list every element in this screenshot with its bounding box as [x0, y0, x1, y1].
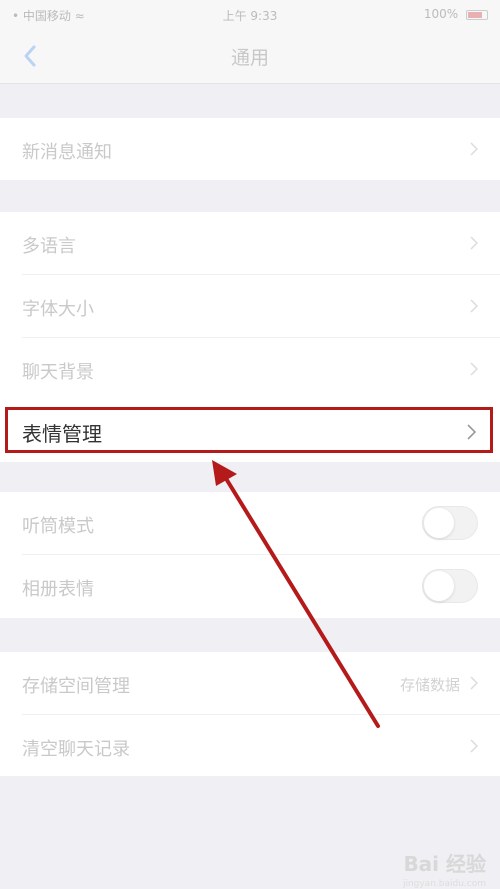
- row-label: 存储空间管理: [22, 676, 130, 697]
- listen-mode-toggle[interactable]: [422, 506, 478, 540]
- row-label: 多语言: [22, 236, 76, 257]
- row-storage[interactable]: 存储空间管理 存储数据: [0, 652, 500, 714]
- storage-value: 存储数据: [399, 676, 460, 694]
- row-multilang[interactable]: 多语言: [0, 212, 500, 274]
- chevron-right-icon: [470, 739, 478, 753]
- toggle-knob: [424, 508, 454, 538]
- row-label: 清空聊天记录: [22, 739, 130, 760]
- row-photo-sticker: 相册表情: [0, 555, 500, 617]
- chevron-right-icon: [470, 142, 478, 156]
- settings-group-storage: 存储空间管理 存储数据 清空聊天记录: [0, 652, 500, 776]
- chevron-right-icon: [467, 424, 476, 440]
- row-label: 新消息通知: [22, 142, 112, 163]
- row-label: 聊天背景: [22, 362, 94, 383]
- row-label: 相册表情: [22, 579, 94, 600]
- row-label: 听筒模式: [22, 516, 94, 537]
- photo-sticker-toggle[interactable]: [422, 569, 478, 603]
- chevron-right-icon: [470, 299, 478, 313]
- chevron-right-icon: [470, 362, 478, 376]
- row-clear-chat[interactable]: 清空聊天记录: [0, 715, 500, 777]
- chevron-right-icon: [470, 676, 478, 690]
- battery-percent: 100%: [423, 7, 459, 21]
- baidu-watermark-url: jingyan.baidu.com: [402, 879, 486, 889]
- row-emoji-management[interactable]: 表情管理: [5, 407, 493, 453]
- chevron-right-icon: [470, 236, 478, 250]
- row-chat-background[interactable]: 聊天背景: [0, 338, 500, 400]
- battery-icon: [466, 9, 488, 20]
- page-title: 通用: [230, 47, 269, 69]
- row-label: 表情管理: [22, 422, 102, 446]
- row-label: 字体大小: [22, 299, 94, 320]
- battery-status: 100%: [424, 7, 488, 21]
- row-new-notify[interactable]: 新消息通知: [0, 118, 500, 180]
- row-font-size[interactable]: 字体大小: [0, 275, 500, 337]
- settings-group-notify: 新消息通知: [0, 118, 500, 180]
- row-listen-mode: 听筒模式: [0, 492, 500, 554]
- nav-bar: 通用: [0, 28, 500, 84]
- status-bar: • 中国移动 ≈ 上午 9:33 100%: [0, 0, 500, 28]
- toggle-knob: [424, 571, 454, 601]
- baidu-watermark: Bai 经验: [403, 852, 486, 876]
- settings-group-toggles: 听筒模式 相册表情: [0, 492, 500, 618]
